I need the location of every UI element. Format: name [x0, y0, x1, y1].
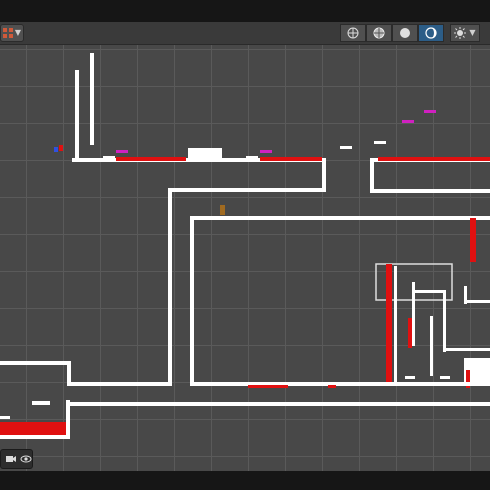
platform[interactable] [66, 402, 490, 406]
hazard-strip[interactable] [116, 157, 186, 161]
hazard-strip[interactable] [248, 385, 288, 388]
camera-icon[interactable] [5, 453, 17, 465]
unlit-shading-icon [425, 27, 437, 39]
wall-segment[interactable] [67, 361, 71, 386]
ledge[interactable] [374, 141, 386, 144]
pickup[interactable] [402, 120, 414, 123]
wall-segment[interactable] [190, 216, 194, 386]
ledge[interactable] [103, 156, 115, 159]
level-layout [0, 53, 490, 439]
pickup[interactable] [116, 150, 128, 153]
wall-segment[interactable] [394, 266, 397, 384]
hazard-strip[interactable] [328, 385, 336, 388]
status-bar [0, 471, 490, 490]
shaded-wireframe-button[interactable] [366, 24, 392, 42]
hazard-strip[interactable] [408, 318, 412, 348]
ledge[interactable] [246, 156, 258, 159]
wall-segment[interactable] [168, 188, 172, 386]
ledge[interactable] [412, 290, 446, 293]
pickup[interactable] [424, 110, 436, 113]
platform[interactable] [0, 361, 70, 365]
ledge[interactable] [464, 300, 490, 303]
platform[interactable] [190, 216, 490, 220]
ledge[interactable] [443, 348, 490, 351]
unlit-shading-button[interactable] [418, 24, 444, 42]
scene-effects-icon [454, 27, 467, 39]
wall-segment[interactable] [90, 53, 94, 145]
wall-segment[interactable] [322, 158, 326, 192]
hazard-strip[interactable] [470, 218, 476, 262]
ledge[interactable] [440, 376, 450, 379]
chevron-down-icon: ▼ [14, 28, 21, 37]
scene-effects-button[interactable]: ▼ [450, 24, 480, 42]
wireframe-shading-button[interactable] [340, 24, 366, 42]
wireframe-shading-icon [347, 27, 359, 39]
chevron-down-icon: ▼ [469, 28, 476, 37]
platform[interactable] [168, 188, 326, 192]
player-spawn[interactable] [54, 147, 58, 152]
platform[interactable] [70, 382, 172, 386]
crate[interactable] [188, 148, 222, 160]
grid-snap-button[interactable]: ▼ [0, 24, 24, 42]
wall-segment[interactable] [370, 158, 374, 192]
shaded-icon [400, 28, 410, 38]
wall-segment[interactable] [75, 70, 79, 160]
platform[interactable] [190, 382, 490, 386]
hazard-strip[interactable] [378, 157, 490, 161]
scene-toolbar: ▼ ▼ [0, 22, 490, 45]
grid-snap-icon [3, 28, 13, 38]
shaded-wireframe-icon [373, 27, 385, 39]
shading-mode-group [340, 24, 444, 42]
platform[interactable] [370, 189, 490, 193]
hazard-strip[interactable] [386, 264, 392, 384]
player-spawn[interactable] [59, 145, 63, 151]
ledge[interactable] [32, 401, 50, 405]
wall-segment[interactable] [430, 316, 433, 376]
eye-icon[interactable] [20, 453, 32, 465]
pickup[interactable] [260, 150, 272, 153]
shaded-button[interactable] [392, 24, 418, 42]
hazard-strip[interactable] [260, 157, 322, 161]
hazard-strip[interactable] [0, 422, 66, 435]
ledge[interactable] [340, 146, 352, 149]
wall-segment[interactable] [443, 290, 446, 352]
item-marker[interactable] [220, 205, 225, 215]
scene-overlay-controls [0, 449, 33, 469]
window-title-bar [0, 0, 490, 22]
ledge[interactable] [0, 416, 10, 419]
ledge[interactable] [405, 376, 415, 379]
platform[interactable] [0, 435, 70, 439]
scene-viewport[interactable] [0, 45, 490, 471]
